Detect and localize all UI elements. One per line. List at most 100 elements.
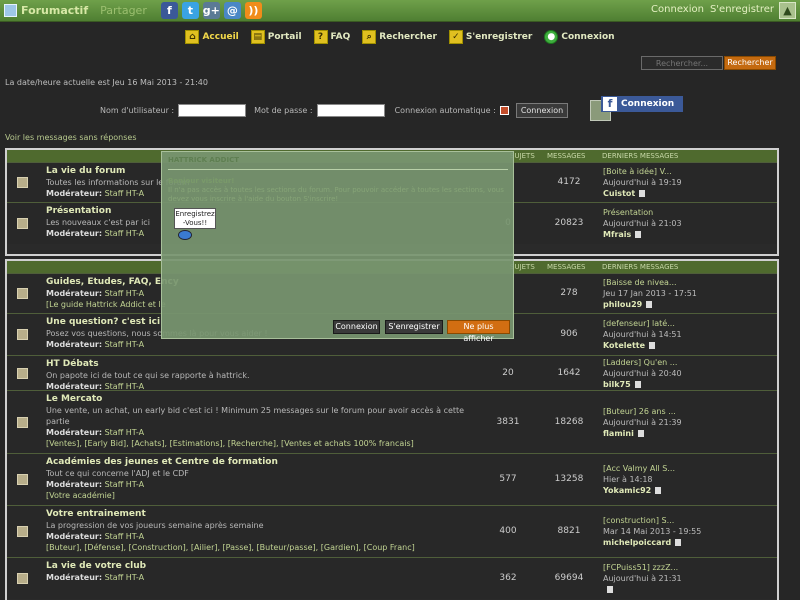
password-field[interactable]	[316, 104, 385, 117]
last-post-user-link[interactable]: flamini	[603, 429, 634, 438]
forum-status-icon	[17, 288, 28, 299]
forum-status-icon	[17, 177, 28, 188]
last-post-user-link[interactable]: Cuistot	[603, 189, 635, 198]
facebook-connect-button[interactable]: f Connexion	[601, 96, 683, 112]
nav-item-faq[interactable]: ? FAQ	[313, 30, 350, 44]
forum-row: Votre entrainement La progression de vos …	[7, 505, 777, 557]
last-post-user-link[interactable]: Yokamic92	[603, 486, 651, 495]
twitter-icon[interactable]: t	[181, 2, 199, 19]
last-post-user-link[interactable]: michelpoiccard	[603, 538, 671, 547]
nav-item-portail[interactable]: ▤ Portail	[250, 30, 302, 44]
moderator-link[interactable]: Staff HT-A	[105, 532, 145, 541]
messages-count: 4172	[557, 177, 581, 187]
moderator-link[interactable]: Staff HT-A	[105, 428, 145, 437]
nav-item-rechercher[interactable]: ⌕ Rechercher	[362, 30, 437, 44]
last-post-time: Aujourd'hui à 20:40	[603, 368, 682, 378]
facebook-icon: f	[603, 97, 617, 111]
goto-last-post-icon[interactable]	[635, 231, 642, 238]
sign-line-2: -Vous!!	[182, 219, 208, 227]
forum-description: partie	[46, 417, 70, 426]
goto-last-post-icon[interactable]	[675, 539, 682, 546]
forum-title-link[interactable]: Présentation	[46, 206, 111, 216]
forum-title-link[interactable]: Guides, Etudes, FAQ, Ency	[46, 277, 179, 287]
popup-hide-button[interactable]: Ne plus afficher	[447, 320, 510, 343]
header-messages: MESSAGES	[547, 263, 586, 271]
moderator-link[interactable]: Staff HT-A	[105, 340, 145, 349]
last-post: [Buteur] 26 ans ... Aujourd'hui à 21:39 fl…	[603, 406, 682, 439]
goto-last-post-icon[interactable]	[649, 342, 656, 349]
messages-count: 278	[560, 288, 578, 298]
subforum-links[interactable]: [Votre académie]	[46, 491, 115, 500]
forum-title-link[interactable]: Le Mercato	[46, 394, 102, 404]
last-post-user-link[interactable]: bilk75	[603, 380, 631, 389]
forum-description: Les nouveaux c'est par ici	[46, 218, 150, 227]
moderator-label: Modérateur:	[46, 532, 103, 541]
last-post-title-link[interactable]: [Baisse de nivea...	[603, 277, 697, 288]
google-plus-icon[interactable]: g+	[203, 2, 220, 19]
search-icon: ⌕	[362, 30, 377, 44]
unanswered-link[interactable]: Voir les messages sans réponses	[5, 133, 137, 142]
last-post-title-link[interactable]: [construction] S...	[603, 515, 701, 526]
forum-title-link[interactable]: La vie du forum	[46, 166, 125, 176]
last-post-title-link[interactable]: [Boite à idée] V...	[603, 166, 682, 177]
subforum-links[interactable]: [Buteur], [Défense], [Construction], [Ai…	[46, 543, 415, 552]
last-post-title-link[interactable]: [FCPuiss51] zzzZ...	[603, 562, 682, 573]
username-field[interactable]	[178, 104, 247, 117]
forum-title-link[interactable]: Académies des jeunes et Centre de format…	[46, 457, 278, 467]
moderator-link[interactable]: Staff HT-A	[105, 289, 145, 298]
popup-login-button[interactable]: Connexion	[333, 320, 380, 334]
moderator-link[interactable]: Staff HT-A	[105, 480, 145, 489]
nav-item-accueil[interactable]: ⌂ Accueil	[185, 30, 239, 44]
last-post-time: Aujourd'hui à 19:19	[603, 178, 682, 187]
facebook-icon[interactable]: f	[160, 2, 178, 19]
forum-title-link[interactable]: Une question? c'est ici	[46, 317, 160, 327]
login-button[interactable]: Connexion	[515, 103, 569, 118]
messages-count: 13258	[554, 474, 584, 484]
forum-title-link[interactable]: HT Débats	[46, 359, 99, 369]
goto-last-post-icon[interactable]	[607, 586, 613, 593]
search-input[interactable]	[641, 56, 723, 70]
goto-last-post-icon[interactable]	[634, 380, 641, 388]
last-post-user-link[interactable]: philou29	[603, 300, 642, 309]
forumactif-logo[interactable]: Forumactif	[4, 4, 88, 17]
goto-last-post-icon[interactable]	[637, 429, 644, 437]
share-link[interactable]: Partager	[100, 4, 147, 17]
last-post-time: Hier à 14:18	[603, 475, 653, 484]
search-button[interactable]: Rechercher	[724, 56, 776, 70]
goto-last-post-icon[interactable]	[646, 301, 653, 308]
popup-register-button[interactable]: S'enregistrer	[385, 320, 443, 334]
scroll-top-icon[interactable]: ▲	[779, 2, 796, 19]
login-form: Nom d'utilisateur : Mot de passe : Conne…	[100, 100, 612, 121]
topics-count: 400	[499, 526, 517, 536]
last-post-title-link[interactable]: [Acc Valmy All S...	[603, 463, 675, 474]
messages-count: 906	[560, 329, 578, 339]
last-post-title-link[interactable]: Présentation	[603, 207, 682, 218]
moderator-link[interactable]: Staff HT-A	[105, 229, 145, 238]
nav-item-senregistrer[interactable]: ✓ S'enregistrer	[448, 30, 532, 44]
last-post-title-link[interactable]: [Ladders] Qu'en ...	[603, 357, 682, 368]
last-post-user-link[interactable]: Mfrais	[603, 230, 631, 239]
moderator-label: Modérateur:	[46, 189, 103, 198]
header-last-posts: DERNIERS MESSAGES	[602, 263, 679, 271]
forum-title-link[interactable]: Votre entrainement	[46, 509, 146, 519]
rss-icon[interactable]: ))	[244, 2, 262, 19]
forum-title-link[interactable]: La vie de votre club	[46, 561, 146, 571]
forum-status-icon	[17, 218, 28, 229]
goto-last-post-icon[interactable]	[639, 190, 646, 197]
auto-login-checkbox[interactable]	[499, 106, 509, 115]
subforum-links[interactable]: [Ventes], [Early Bid], [Achats], [Estima…	[46, 439, 414, 448]
email-icon[interactable]: @	[223, 2, 241, 19]
last-post-title-link[interactable]: [defenseur] laté...	[603, 318, 682, 329]
last-post-title-link[interactable]: [Buteur] 26 ans ...	[603, 406, 682, 417]
toolbar-register-link[interactable]: S'enregistrer	[710, 4, 774, 15]
goto-last-post-icon[interactable]	[655, 487, 662, 494]
toolbar-login-link[interactable]: Connexion	[651, 4, 704, 15]
last-post-user-link[interactable]: Kotelette	[603, 341, 645, 350]
subforum-links[interactable]: [Le guide Hattrick Addict et le	[46, 300, 166, 309]
messages-count: 69694	[554, 573, 584, 583]
nav-item-connexion[interactable]: ● Connexion	[544, 30, 615, 44]
forumactif-logo-text: Forumactif	[21, 4, 89, 17]
moderator-link[interactable]: Staff HT-A	[105, 189, 145, 198]
moderator-link[interactable]: Staff HT-A	[105, 573, 145, 582]
forum-description: On papote ici de tout ce qui se rapporte…	[46, 371, 250, 380]
